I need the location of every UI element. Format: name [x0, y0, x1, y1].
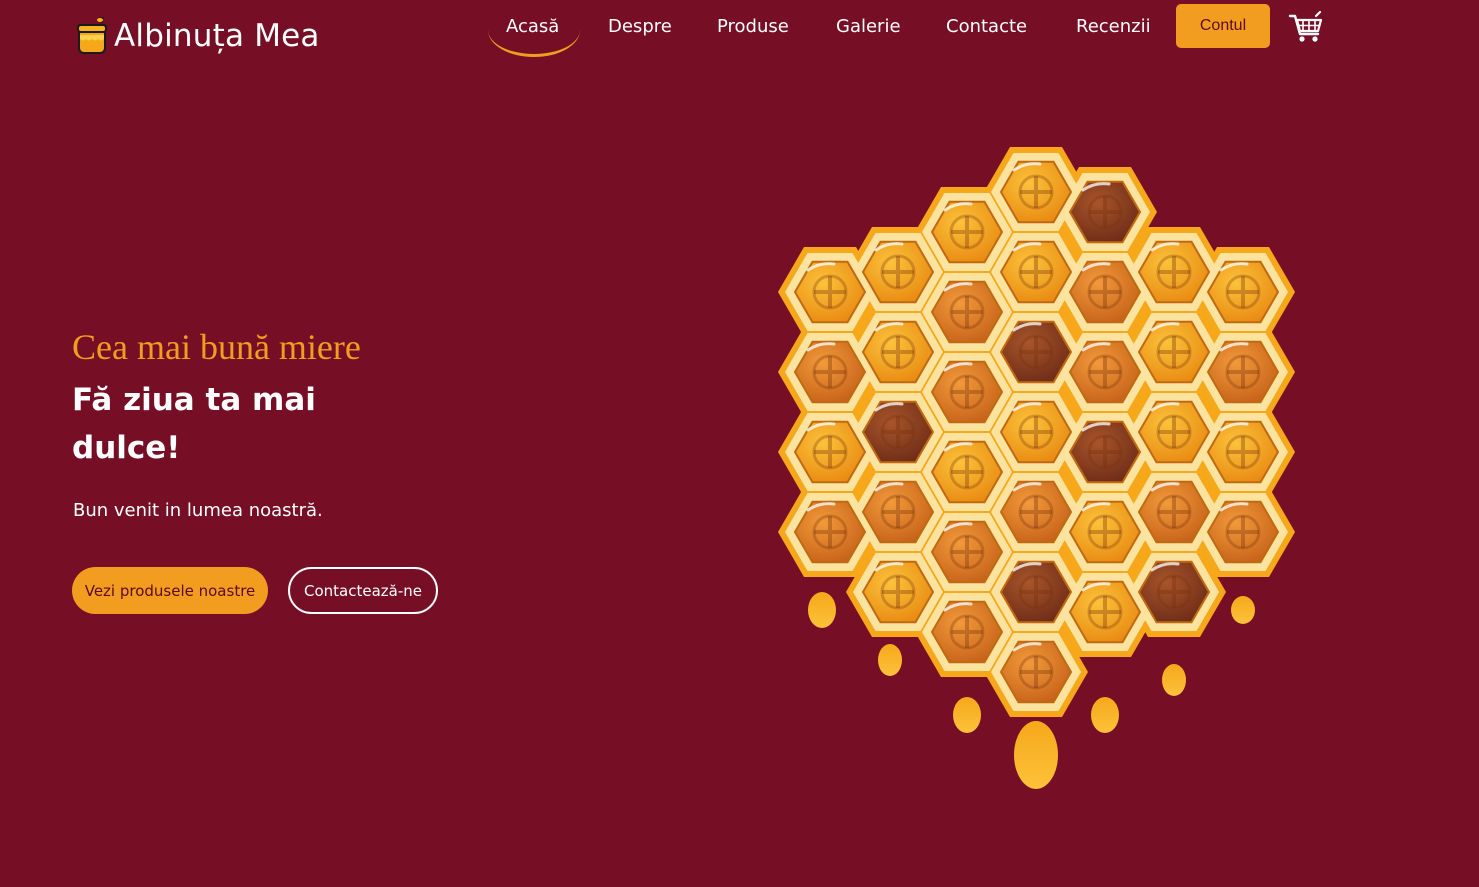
honey-jar-icon: [77, 17, 107, 54]
brand-logo[interactable]: Albinuța Mea: [74, 16, 320, 56]
contact-button[interactable]: Contactează-ne: [288, 567, 438, 614]
honey-drip: [1014, 721, 1058, 789]
nav-item-produse[interactable]: Produse: [717, 16, 789, 37]
honey-drip: [1162, 664, 1186, 696]
view-products-button[interactable]: Vezi produsele noastre: [72, 567, 268, 614]
honey-drip: [1231, 596, 1255, 624]
honeycomb-illustration: [778, 147, 1295, 789]
account-button[interactable]: Contul: [1176, 4, 1270, 48]
nav-item-recenzii[interactable]: Recenzii: [1076, 16, 1151, 37]
shopping-cart-icon[interactable]: [1288, 10, 1324, 44]
honey-drip: [808, 592, 836, 628]
hero-subtitle: Cea mai bună miere: [72, 327, 361, 367]
nav-item-contacte[interactable]: Contacte: [946, 16, 1027, 37]
nav-item-galerie[interactable]: Galerie: [836, 16, 901, 37]
nav-item-acasa[interactable]: Acasă: [506, 16, 559, 37]
brand-name: Albinuța Mea: [114, 18, 320, 54]
hero-title: Fă ziua ta mai dulce!: [72, 382, 316, 466]
nav-item-despre[interactable]: Despre: [608, 16, 672, 37]
honey-drip: [878, 644, 902, 676]
honey-drip: [953, 697, 981, 733]
hero-text: Bun venit in lumea noastră.: [73, 500, 323, 521]
honey-drip: [1091, 697, 1119, 733]
